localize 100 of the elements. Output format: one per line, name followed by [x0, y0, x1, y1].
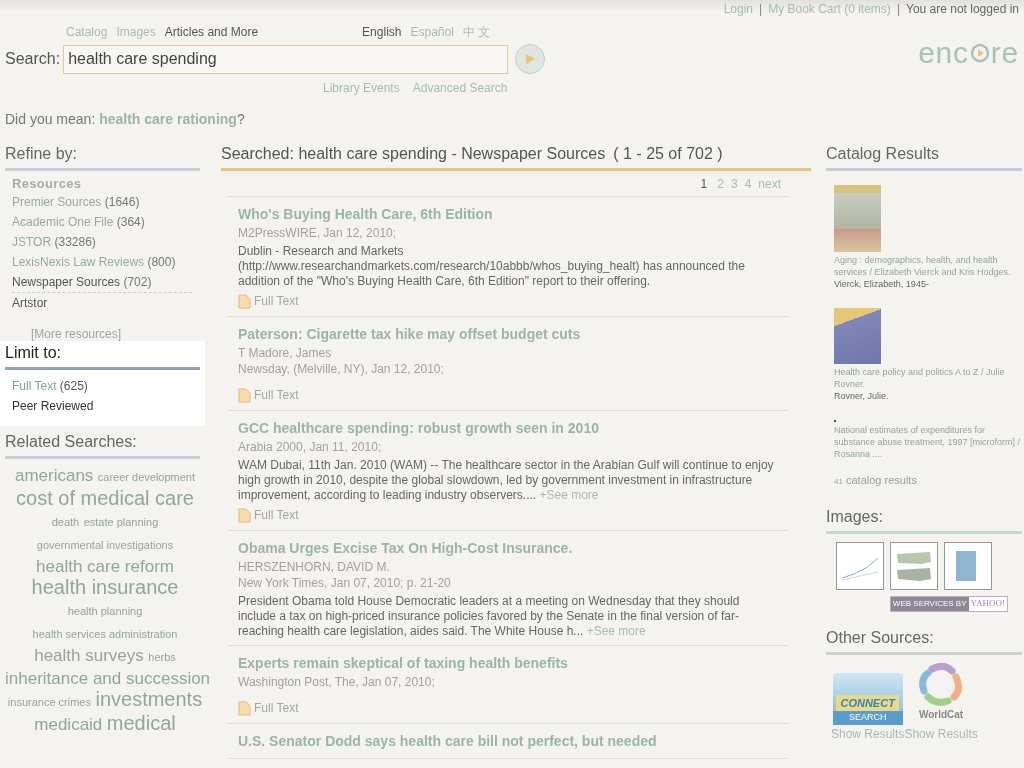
- results-title: Searched: health care spending - Newspaper Sources: [221, 144, 606, 164]
- related-search-tag[interactable]: insurance crimes: [7, 696, 91, 708]
- result-meta: M2PressWIRE, Jan 12, 2010;: [238, 225, 398, 241]
- language-link[interactable]: Español: [410, 23, 454, 41]
- full-text-link[interactable]: Full Text: [238, 506, 778, 524]
- related-search-tag[interactable]: investments: [95, 688, 203, 710]
- result-meta: Arabia 2000, Jan 11, 2010;: [238, 439, 383, 455]
- pagination-link[interactable]: 4: [744, 175, 752, 193]
- result-snippet: Dublin - Research and Markets (http://www.researchandmarkets.com/research/10abbb/whos_buying_healt) has announced the addition of the "Who's Buying Health Care, 6th Edition" report to their offering.: [238, 244, 746, 289]
- related-search-tag[interactable]: death: [51, 516, 80, 528]
- result-title-link[interactable]: Experts remain skeptical of taxing health benefits: [238, 653, 778, 674]
- credit-text: WEB SERVICES BY: [890, 596, 969, 611]
- result-meta: Washington Post, The, Jan 07, 2010;: [238, 674, 436, 690]
- catalog-author: Rovner, Julie.: [834, 390, 890, 402]
- book-cover-photo[interactable]: [834, 185, 881, 252]
- section-heading: Refine by:: [5, 142, 200, 171]
- separator-text: |: [896, 1, 900, 18]
- search-go-button[interactable]: [515, 44, 546, 74]
- document-icon: [238, 507, 251, 523]
- search-tab[interactable]: Images: [116, 23, 156, 41]
- header-link[interactable]: My Book Cart (0 items): [768, 0, 891, 18]
- search-tab[interactable]: Articles and More: [164, 23, 259, 41]
- encore-logo: enc re: [918, 35, 1019, 71]
- full-text-link[interactable]: Full Text: [238, 386, 778, 404]
- resource-filter[interactable]: JSTOR (33286): [12, 232, 205, 252]
- catalog-author: Vierck, Elizabeth, 1945-: [834, 278, 930, 290]
- group-heading: Resources: [12, 175, 83, 192]
- result-title-link[interactable]: Obama Urges Excise Tax On High-Cost Insurance.: [238, 538, 778, 559]
- catalog-title-link[interactable]: National estimates of expenditures for substance abuse treatment, 1997 [microform] / Rosanna ....: [834, 424, 1022, 460]
- language-link[interactable]: English: [362, 23, 402, 41]
- more-resources-link[interactable]: [More resources]: [12, 327, 205, 341]
- related-search-tag[interactable]: cost of medical care: [16, 487, 194, 509]
- resource-filter[interactable]: Artstor: [12, 293, 205, 313]
- logo-text: WorldCat: [918, 707, 964, 722]
- result-title-link[interactable]: Who's Buying Health Care, 6th Edition: [238, 204, 778, 225]
- show-results-link[interactable]: Show Results: [831, 724, 905, 743]
- document-icon: [238, 387, 251, 403]
- catalog-count-link[interactable]: 41 catalog results: [834, 472, 1022, 489]
- full-text-link[interactable]: Full Text: [238, 292, 778, 310]
- document-icon: [238, 293, 251, 309]
- related-search-tag[interactable]: herbs: [148, 651, 176, 663]
- document-icon: [238, 700, 251, 716]
- result-meta: T Madore, James: [238, 345, 333, 361]
- related-search-tag[interactable]: estate planning: [83, 516, 159, 528]
- result-snippet: President Obama told House Democratic leaders at a meeting on Wednesday that they should include a tax on high-priced insurance policies favored by the Senate in the final version of far-reaching health care legislation, aides said. The White House h... +See more: [238, 594, 741, 639]
- header-link[interactable]: Login: [723, 0, 754, 18]
- related-search-tag[interactable]: health planning: [67, 605, 143, 617]
- show-results-link[interactable]: Show Results: [904, 724, 978, 743]
- connect-search-logo[interactable]: CONNECT SEARCH: [832, 672, 903, 725]
- credit-brand: YAHOO!: [969, 596, 1006, 610]
- result-title-link[interactable]: U.S. Senator Dodd says health care bill not perfect, but needed: [238, 731, 778, 752]
- suggestion-link[interactable]: health care rationing: [99, 111, 237, 127]
- related-search-tag[interactable]: health insurance: [31, 576, 179, 598]
- see-more-link[interactable]: +See more: [539, 488, 599, 502]
- search-field[interactable]: health care spending: [63, 44, 509, 74]
- separator-text: |: [759, 1, 763, 18]
- search-tab[interactable]: Catalog: [66, 23, 108, 41]
- result-title-link[interactable]: Paterson: Cigarette tax hike may offset budget cuts: [238, 324, 778, 345]
- catalog-title-link[interactable]: Health care policy and politics A to Z / Julie Rovner.: [834, 366, 1022, 390]
- related-search-tag[interactable]: medicaid: [34, 715, 103, 734]
- logo-text: SEARCH: [832, 711, 903, 725]
- section-heading: Other Sources:: [826, 625, 1022, 655]
- full-text-link[interactable]: Full Text: [238, 699, 778, 717]
- resource-filter[interactable]: Premier Sources (1646): [12, 192, 205, 212]
- resource-filter[interactable]: Newspaper Sources (702): [12, 272, 192, 293]
- section-heading: Limit to:: [5, 341, 200, 370]
- image-thumbnail[interactable]: [890, 541, 938, 590]
- section-heading: Images:: [826, 504, 1022, 534]
- logo-text: CONNECT: [836, 694, 899, 711]
- play-arrow-icon: [524, 53, 537, 65]
- see-more-link[interactable]: +See more: [586, 624, 646, 638]
- related-search-tag[interactable]: inheritance and succession: [5, 669, 211, 688]
- related-search-tag[interactable]: governmental investigations: [36, 539, 174, 551]
- results-range: ( 1 - 25 of 702 ): [613, 144, 723, 164]
- related-search-tag[interactable]: americans: [14, 466, 94, 485]
- language-link[interactable]: 中 文: [462, 23, 491, 41]
- result-snippet: WAM Dubai, 11th Jan. 2010 (WAM) -- The healthcare sector in the Arabian Gulf will continue to enjoy high growth in 2010, despite the global slowdown, led by government investment in infrastructure improvement, according to leading industry observers.... +See more: [238, 458, 775, 503]
- related-search-tag[interactable]: career development: [97, 471, 196, 483]
- pagination-link[interactable]: 3: [730, 175, 738, 193]
- related-search-tag[interactable]: medical: [106, 712, 176, 734]
- pagination-link[interactable]: 1: [700, 175, 708, 193]
- pagination-link[interactable]: 2: [717, 175, 724, 193]
- related-search-tag[interactable]: health surveys: [34, 646, 144, 665]
- book-cover-photo[interactable]: [834, 308, 881, 364]
- result-meta: Newsday, (Melville, NY), Jan 12, 2010;: [238, 361, 445, 377]
- catalog-title-link[interactable]: Aging : demographics, health, and health services / Elizabeth Vierck and Kris Hodges.: [834, 254, 1022, 278]
- search-option-link[interactable]: Advanced Search: [412, 79, 508, 97]
- image-thumbnail[interactable]: [944, 541, 992, 590]
- search-option-link[interactable]: Library Events: [323, 79, 400, 97]
- limit-filter-link[interactable]: Peer Reviewed: [12, 396, 205, 416]
- result-title-link[interactable]: GCC healthcare spending: robust growth seen in 2010: [238, 418, 778, 439]
- worldcat-logo-icon[interactable]: [918, 660, 965, 707]
- pagination-link[interactable]: next: [758, 175, 781, 193]
- login-status-text: You are not logged in: [906, 1, 1019, 18]
- related-search-tag[interactable]: health services administration: [32, 628, 178, 640]
- image-thumbnail[interactable]: [836, 541, 884, 590]
- resource-filter[interactable]: LexisNexis Law Reviews (800): [12, 252, 205, 272]
- related-search-tag[interactable]: health care reform: [36, 557, 174, 576]
- limit-filter-link[interactable]: Full Text (625): [12, 376, 205, 396]
- resource-filter[interactable]: Academic One File (364): [12, 212, 205, 232]
